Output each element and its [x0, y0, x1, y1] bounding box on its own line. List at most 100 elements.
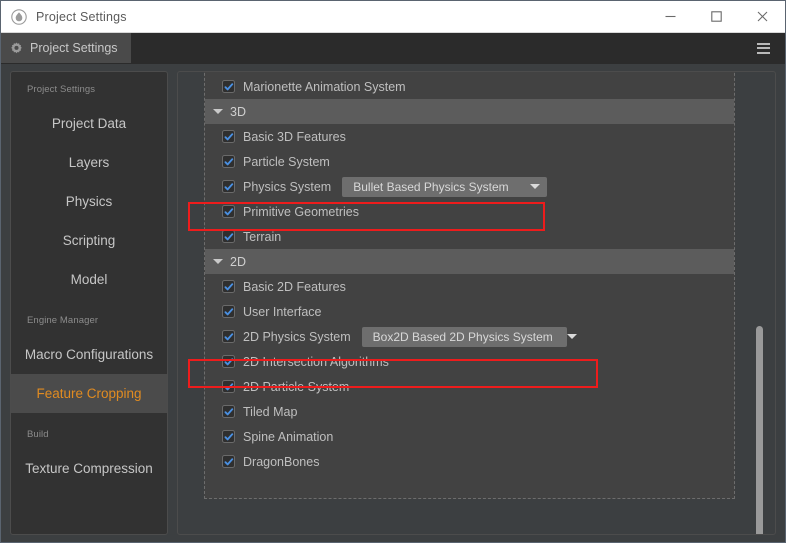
- feature-list-scrollbar[interactable]: [755, 104, 764, 534]
- sidebar-item-model[interactable]: Model: [11, 260, 167, 299]
- feature-row-primitive-geometries[interactable]: Primitive Geometries: [205, 199, 734, 224]
- checkbox-checked-icon[interactable]: [222, 380, 235, 393]
- sidebar-item-project-data[interactable]: Project Data: [11, 104, 167, 143]
- feature-label: Primitive Geometries: [243, 204, 359, 219]
- feature-list: Skeletal Animation Marionette Animation …: [205, 72, 734, 474]
- checkbox-checked-icon[interactable]: [222, 355, 235, 368]
- sidebar-item-label: Feature Cropping: [36, 386, 142, 401]
- hamburger-menu-icon[interactable]: [750, 33, 776, 63]
- cocos-droplet-icon: [11, 8, 27, 25]
- content-area: Project Settings Project Data Layers Phy…: [1, 64, 785, 542]
- close-button[interactable]: [739, 1, 785, 32]
- checkbox-checked-icon[interactable]: [222, 180, 235, 193]
- feature-row-user-interface[interactable]: User Interface: [205, 299, 734, 324]
- checkbox-checked-icon[interactable]: [222, 430, 235, 443]
- sidebar-item-texture-compression[interactable]: Texture Compression: [11, 449, 167, 488]
- feature-row-spine-animation[interactable]: Spine Animation: [205, 424, 734, 449]
- feature-row-basic-3d-features[interactable]: Basic 3D Features: [205, 124, 734, 149]
- feature-label: Physics System: [243, 179, 332, 194]
- sidebar-group-label: Build: [27, 429, 49, 440]
- checkbox-checked-icon[interactable]: [222, 205, 235, 218]
- feature-row-tiled-map[interactable]: Tiled Map: [205, 399, 734, 424]
- feature-group-label: 2D: [230, 254, 246, 269]
- feature-row-marionette-animation-system[interactable]: Marionette Animation System: [205, 74, 734, 99]
- feature-row-particle-system[interactable]: Particle System: [205, 149, 734, 174]
- feature-label: Marionette Animation System: [243, 79, 406, 94]
- feature-group-2d[interactable]: 2D: [205, 249, 734, 274]
- minimize-icon: [665, 15, 675, 18]
- window-title: Project Settings: [36, 9, 127, 24]
- chevron-down-icon: [213, 259, 223, 264]
- sidebar-group-build: Build Texture Compression: [11, 429, 167, 488]
- feature-label: 2D Physics System: [243, 329, 351, 344]
- sidebar-item-macro-configurations[interactable]: Macro Configurations: [11, 335, 167, 374]
- sidebar-group-label: Engine Manager: [27, 315, 99, 326]
- feature-row-2d-intersection-algorithms[interactable]: 2D Intersection Algorithms: [205, 349, 734, 374]
- feature-row-basic-2d-features[interactable]: Basic 2D Features: [205, 274, 734, 299]
- feature-label: 2D Particle System: [243, 379, 350, 394]
- sidebar-group-label: Project Settings: [27, 84, 96, 95]
- checkbox-checked-icon[interactable]: [222, 130, 235, 143]
- feature-label: 2D Intersection Algorithms: [243, 354, 389, 369]
- feature-label: DragonBones: [243, 454, 320, 469]
- tab-label: Project Settings: [30, 41, 118, 55]
- window-titlebar: Project Settings: [1, 1, 785, 33]
- feature-row-terrain[interactable]: Terrain: [205, 224, 734, 249]
- feature-row-2d-physics-system[interactable]: 2D Physics System Box2D Based 2D Physics…: [205, 324, 734, 349]
- tab-project-settings[interactable]: Project Settings: [1, 33, 131, 63]
- feature-label: Particle System: [243, 154, 330, 169]
- checkbox-checked-icon[interactable]: [222, 155, 235, 168]
- sidebar-item-scripting[interactable]: Scripting: [11, 221, 167, 260]
- scrollbar-thumb[interactable]: [756, 326, 763, 534]
- chevron-down-icon: [530, 184, 541, 189]
- checkbox-checked-icon[interactable]: [222, 330, 235, 343]
- gear-icon: [10, 41, 23, 55]
- sidebar-item-label: Layers: [68, 155, 110, 170]
- feature-row-physics-system[interactable]: Physics System Bullet Based Physics Syst…: [205, 174, 734, 199]
- feature-label: Tiled Map: [243, 404, 298, 419]
- feature-cropping-panel: Skeletal Animation Marionette Animation …: [177, 71, 776, 535]
- sidebar-item-label: Model: [70, 272, 108, 287]
- checkbox-checked-icon[interactable]: [222, 280, 235, 293]
- sidebar-item-label: Texture Compression: [25, 461, 153, 476]
- checkbox-checked-icon[interactable]: [222, 455, 235, 468]
- feature-label: Spine Animation: [243, 429, 334, 444]
- sidebar-group-project-settings: Project Settings Project Data Layers Phy…: [11, 84, 167, 299]
- 2d-physics-system-dropdown-value: Box2D Based 2D Physics System: [372, 329, 553, 344]
- feature-row-dragonbones[interactable]: DragonBones: [205, 449, 734, 474]
- sidebar-item-feature-cropping[interactable]: Feature Cropping: [11, 374, 167, 413]
- sidebar-item-label: Scripting: [62, 233, 116, 248]
- checkbox-checked-icon[interactable]: [222, 405, 235, 418]
- feature-group-label: 3D: [230, 104, 246, 119]
- feature-label: Basic 2D Features: [243, 279, 346, 294]
- checkbox-checked-icon[interactable]: [222, 80, 235, 93]
- tab-strip-filler: [130, 33, 785, 63]
- settings-sidebar: Project Settings Project Data Layers Phy…: [10, 71, 168, 535]
- checkbox-checked-icon[interactable]: [222, 305, 235, 318]
- sidebar-item-label: Project Data: [51, 116, 127, 131]
- feature-group-3d[interactable]: 3D: [205, 99, 734, 124]
- feature-label: Basic 3D Features: [243, 129, 346, 144]
- feature-row-2d-particle-system[interactable]: 2D Particle System: [205, 374, 734, 399]
- close-icon: [757, 11, 767, 22]
- sidebar-group-engine-manager: Engine Manager Macro Configurations Feat…: [11, 315, 167, 413]
- sidebar-item-layers[interactable]: Layers: [11, 143, 167, 182]
- 2d-physics-system-dropdown[interactable]: Box2D Based 2D Physics System: [361, 326, 577, 347]
- physics-system-dropdown[interactable]: Bullet Based Physics System: [342, 176, 548, 197]
- chevron-down-icon: [213, 109, 223, 114]
- feature-list-container: Skeletal Animation Marionette Animation …: [204, 72, 735, 499]
- maximize-button[interactable]: [693, 1, 739, 32]
- sidebar-item-label: Macro Configurations: [24, 347, 154, 362]
- feature-label: User Interface: [243, 304, 322, 319]
- chevron-down-icon: [566, 334, 577, 339]
- minimize-button[interactable]: [647, 1, 693, 32]
- physics-system-dropdown-value: Bullet Based Physics System: [353, 179, 509, 194]
- window-controls: [647, 1, 785, 32]
- sidebar-item-label: Physics: [65, 194, 113, 209]
- project-settings-window: Project Settings Project Settings Projec…: [0, 0, 786, 543]
- sidebar-item-physics[interactable]: Physics: [11, 182, 167, 221]
- tab-strip: Project Settings: [1, 33, 785, 64]
- checkbox-checked-icon[interactable]: [222, 230, 235, 243]
- feature-label: Terrain: [243, 229, 282, 244]
- maximize-icon: [710, 11, 722, 22]
